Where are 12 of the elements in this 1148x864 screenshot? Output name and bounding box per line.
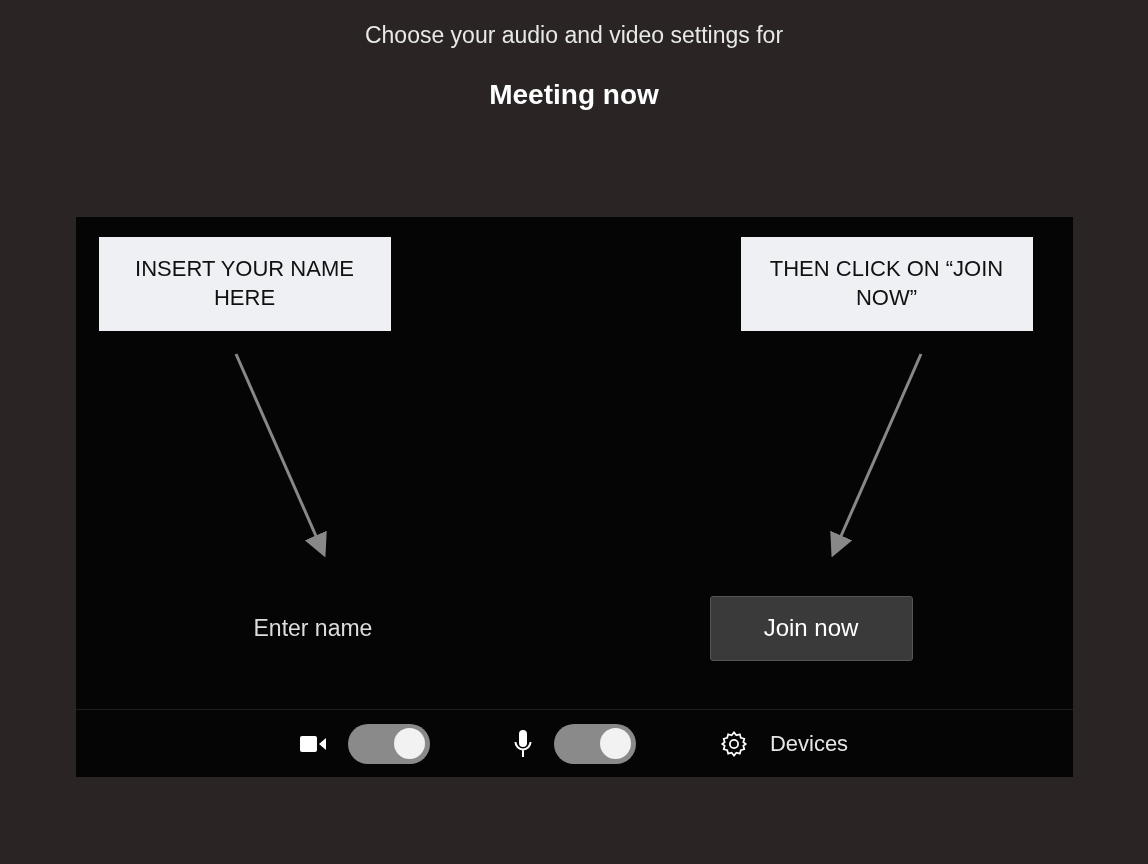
toggle-switch[interactable] bbox=[347, 723, 430, 764]
meeting-title: Meeting now bbox=[489, 79, 659, 111]
toggle-switch[interactable] bbox=[553, 723, 636, 764]
devices-label[interactable]: Devices bbox=[769, 730, 849, 757]
heading-text: Choose your audio and video settings for bbox=[364, 22, 784, 49]
name-input[interactable]: Enter name bbox=[251, 613, 516, 643]
microphone-icon bbox=[513, 729, 532, 758]
video-camera-icon bbox=[299, 734, 326, 753]
annotation-callout: THEN CLICK ON “JOIN NOW” bbox=[740, 237, 1033, 331]
settings-icon[interactable] bbox=[719, 729, 748, 758]
join-button[interactable]: Join now bbox=[709, 595, 913, 661]
annotation-callout: INSERT YOUR NAME HERE bbox=[98, 237, 391, 331]
